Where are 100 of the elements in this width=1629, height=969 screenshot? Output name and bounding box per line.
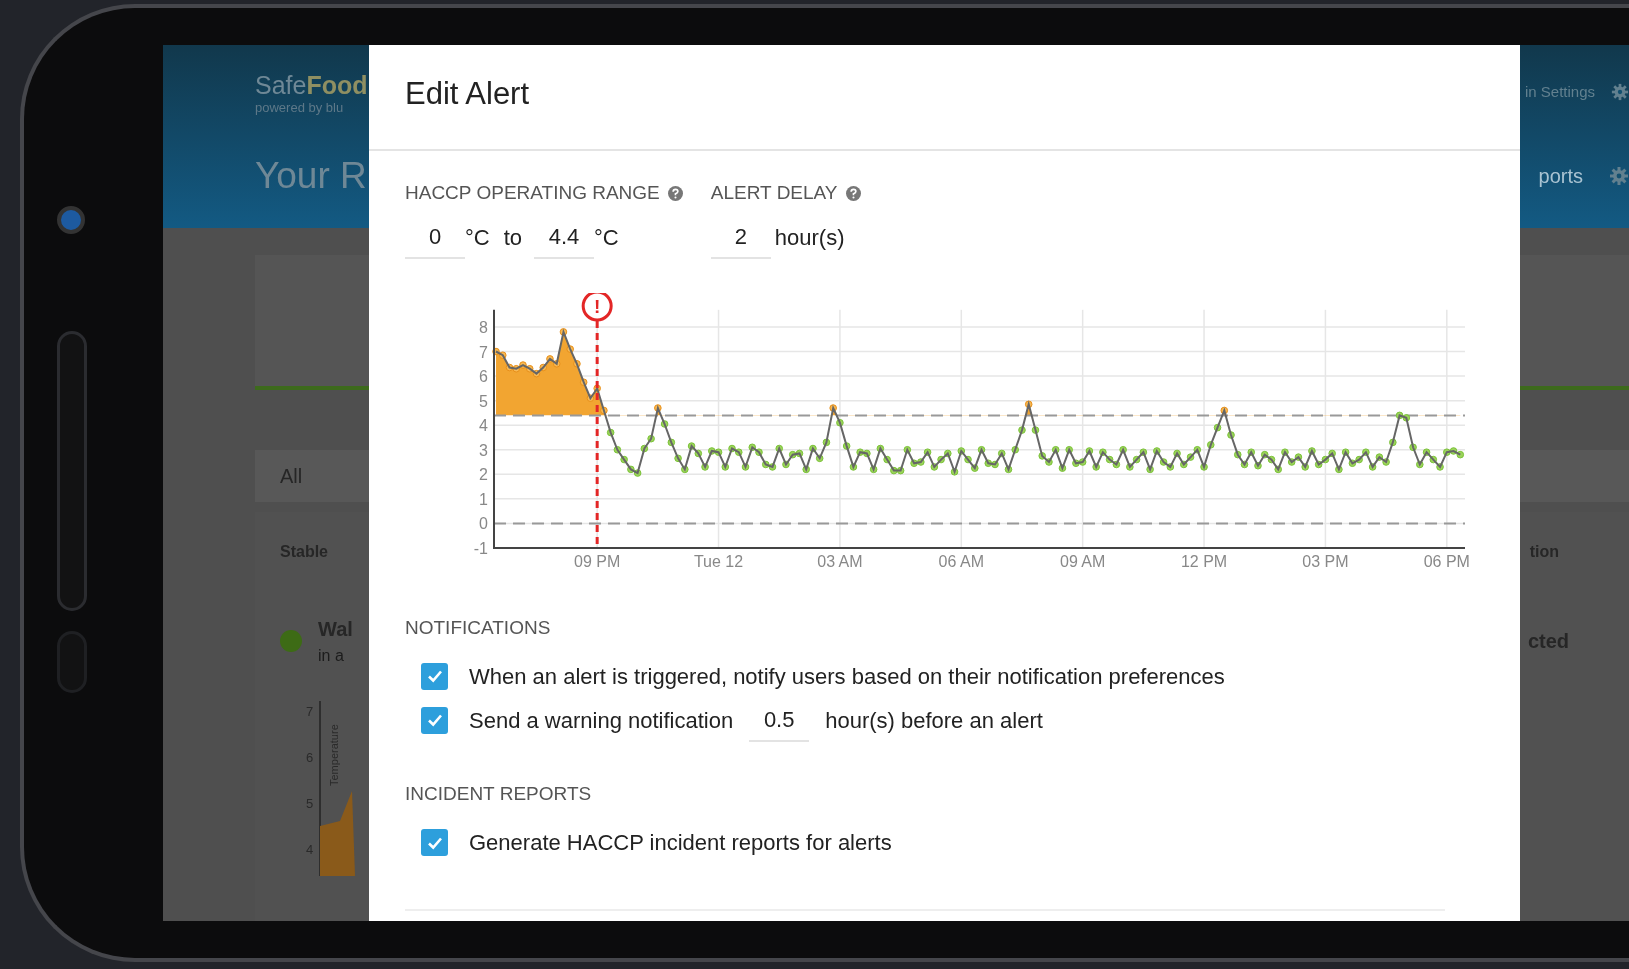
camera-drawing	[57, 206, 85, 234]
data-point	[1065, 445, 1073, 454]
data-point	[903, 445, 912, 454]
page-title: Your R	[255, 154, 367, 198]
data-point	[512, 364, 521, 373]
data-point	[647, 434, 655, 442]
data-point	[1247, 447, 1256, 456]
data-point	[566, 344, 574, 353]
input-field[interactable]: 4.4	[534, 215, 595, 259]
gear-icon	[1609, 165, 1629, 186]
data-point	[1368, 462, 1377, 471]
input-field[interactable]: 0	[405, 215, 465, 259]
data-point	[1193, 445, 1202, 454]
data-point	[1011, 445, 1020, 454]
data-point	[633, 468, 642, 477]
data-point	[586, 393, 595, 402]
data-point	[1031, 425, 1040, 434]
data-point	[734, 447, 743, 456]
data-point	[660, 419, 669, 428]
data-point	[741, 462, 750, 471]
data-point	[525, 364, 534, 373]
data-point	[606, 428, 615, 436]
axis-tick-label: -1	[473, 539, 488, 557]
dialog-title: Edit Alert	[405, 75, 531, 113]
data-point	[1422, 447, 1431, 456]
data-point	[1449, 446, 1458, 455]
data-point	[1051, 445, 1060, 454]
unit-label: °C	[465, 223, 490, 252]
axis-tick-label: 5	[479, 392, 488, 410]
checkbox[interactable]	[421, 662, 448, 690]
data-point	[876, 444, 885, 452]
data-point	[1287, 457, 1296, 466]
data-point	[1092, 462, 1100, 471]
unit-label: °C	[594, 223, 619, 252]
app-logo: SafeFood	[255, 73, 368, 98]
data-point	[687, 441, 696, 450]
data-point	[701, 462, 709, 471]
data-point	[674, 454, 682, 462]
option-label: hour(s) before an alert	[825, 706, 1043, 735]
data-point	[1294, 452, 1303, 461]
data-point	[869, 465, 878, 473]
data-point	[883, 455, 891, 463]
data-point	[842, 441, 851, 450]
data-point	[950, 467, 959, 476]
data-point	[1146, 465, 1154, 473]
option-label: When an alert is triggered, notify users based on their notification preferences	[469, 662, 1225, 691]
data-point	[613, 445, 622, 454]
data-point	[1240, 460, 1249, 468]
data-point	[667, 438, 676, 446]
axis-tick-label: 03 AM	[817, 552, 863, 570]
data-point	[815, 454, 824, 462]
field-label: ALERT DELAY	[710, 181, 838, 205]
data-point	[1335, 465, 1343, 473]
axis-tick-label: 2	[479, 465, 488, 483]
data-point	[802, 465, 810, 473]
data-point	[1024, 400, 1033, 408]
data-point	[1409, 443, 1417, 451]
data-point	[600, 406, 608, 414]
section-heading: INCIDENT REPORTS	[405, 782, 593, 806]
data-point	[1004, 465, 1013, 473]
status-dot	[280, 630, 302, 652]
data-point	[640, 444, 649, 452]
axis-tick-label: 6	[479, 367, 488, 385]
data-point	[681, 465, 689, 473]
data-point	[1274, 465, 1282, 473]
data-point	[1389, 438, 1397, 446]
gear-icon	[1611, 83, 1629, 102]
data-point	[1159, 457, 1168, 466]
data-point	[1200, 462, 1208, 471]
data-point	[654, 403, 662, 412]
data-point	[829, 403, 837, 412]
input-field[interactable]: 2	[710, 215, 771, 259]
data-point	[559, 327, 568, 336]
data-point	[1078, 457, 1087, 466]
data-point	[923, 447, 932, 456]
unit-label: hour(s)	[774, 223, 845, 252]
checkbox[interactable]	[421, 706, 448, 734]
data-point	[1186, 452, 1195, 461]
option-label: Send a warning notification	[469, 706, 734, 735]
data-point	[1402, 413, 1411, 422]
checkbox[interactable]	[421, 829, 448, 856]
axis-tick-label: Tue 12	[693, 552, 744, 570]
nav-tab[interactable]: ports	[1538, 160, 1583, 191]
data-point	[1119, 445, 1127, 454]
data-point	[1220, 406, 1229, 414]
help-icon	[845, 185, 861, 201]
axis-tick-label: 0	[479, 514, 488, 532]
data-point	[1166, 462, 1175, 471]
data-point	[1375, 452, 1384, 461]
option-label: Generate HACCP incident reports for alerts	[469, 829, 892, 857]
data-point	[1254, 461, 1262, 469]
data-point	[1416, 460, 1424, 468]
input-field[interactable]: 0.5	[749, 698, 810, 742]
data-point	[714, 447, 723, 456]
field-label: HACCP OPERATING RANGE	[405, 181, 660, 205]
data-point	[498, 350, 507, 359]
axis-tick-label: 7	[479, 343, 488, 361]
data-point	[579, 377, 588, 386]
data-point	[997, 449, 1006, 457]
data-point	[1058, 463, 1067, 472]
